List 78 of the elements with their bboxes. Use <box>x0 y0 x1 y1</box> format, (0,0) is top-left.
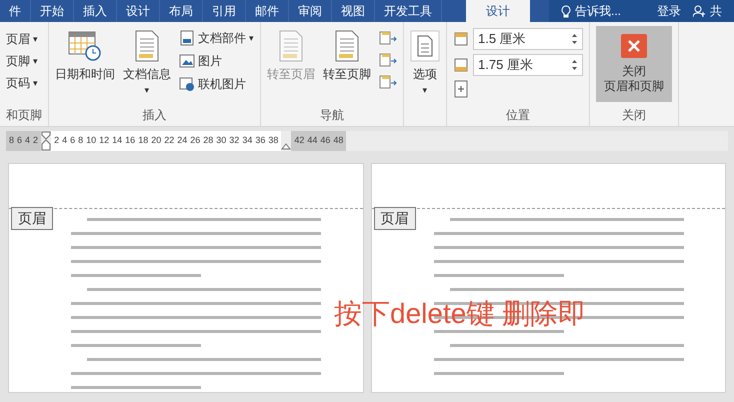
caret-icon: ▾ <box>33 78 38 88</box>
ruler-number: 16 <box>125 134 136 148</box>
caret-icon: ▾ <box>249 34 254 42</box>
calendar-clock-icon <box>68 30 102 62</box>
ruler-number: 10 <box>86 134 96 148</box>
ruler-number: 6 <box>70 134 76 148</box>
close-header-footer-button[interactable]: 关闭 页眉和页脚 <box>596 26 672 102</box>
ruler-number: 36 <box>255 134 266 148</box>
ribbon-button[interactable]: 文档信息 ▾ <box>123 26 171 95</box>
ruler-number: 38 <box>268 134 278 148</box>
previous-section-icon[interactable] <box>379 30 397 46</box>
group-label: 和页脚 <box>6 107 42 124</box>
dropdown-button[interactable]: 页脚 ▾ <box>6 52 38 70</box>
dropdown-button[interactable]: 页眉 ▾ <box>6 30 38 48</box>
tell-me-field[interactable]: 告诉我... <box>560 2 621 20</box>
caption-overlay: 按下delete键 删除即 <box>334 300 586 328</box>
ruler-number: 6 <box>17 134 22 148</box>
picture-icon <box>179 53 195 69</box>
spin-arrows-icon <box>571 32 578 46</box>
header-tag: 页眉 <box>374 207 416 230</box>
options-icon <box>410 30 440 62</box>
ruler-number: 8 <box>9 134 14 148</box>
indent-marker-icon[interactable] <box>41 131 52 151</box>
share-button[interactable]: 共 <box>693 2 722 20</box>
ruler-number: 48 <box>333 134 344 148</box>
ribbon-button[interactable]: 转至页脚 <box>323 26 371 83</box>
spinner-field[interactable]: 1.5 厘米 <box>473 28 583 50</box>
insert-tab-icon[interactable] <box>453 80 469 98</box>
ruler-number: 22 <box>164 134 174 148</box>
header-tag: 页眉 <box>11 207 53 230</box>
spinner-field[interactable]: 1.75 厘米 <box>473 54 583 76</box>
document-icon <box>134 30 160 62</box>
ribbon-tab[interactable]: 设计 <box>466 0 530 22</box>
sign-in-link[interactable]: 登录 <box>657 2 681 20</box>
document-icon <box>334 30 360 62</box>
ruler-number: 8 <box>78 134 84 148</box>
caret-icon: ▾ <box>33 56 38 66</box>
ribbon-button[interactable]: 文档部件 ▾ <box>179 29 254 47</box>
caret-icon: ▾ <box>422 86 428 95</box>
link-icon[interactable] <box>379 74 397 90</box>
ruler-number: 46 <box>320 134 330 148</box>
ribbon-button[interactable]: 联机图片 <box>179 75 254 93</box>
ruler-number: 26 <box>190 134 200 148</box>
margin-icon <box>453 31 469 47</box>
group-label: 插入 <box>142 107 168 124</box>
ruler-number: 42 <box>294 134 304 148</box>
document-parts-icon <box>179 30 195 46</box>
ruler-number: 24 <box>177 134 188 148</box>
ruler-number: 12 <box>99 134 110 148</box>
caret-icon: ▾ <box>33 34 38 44</box>
ruler-number: 20 <box>151 134 162 148</box>
spin-arrows-icon <box>571 58 578 72</box>
margin-icon <box>453 57 469 73</box>
group-label: 位置 <box>505 107 531 124</box>
document-icon <box>278 30 304 62</box>
online-picture-icon <box>179 76 195 92</box>
ribbon-button[interactable]: 选项 ▾ <box>410 26 440 95</box>
ruler-number: 4 <box>62 134 68 148</box>
group-label: 关闭 <box>621 107 647 124</box>
next-section-icon[interactable] <box>379 52 397 68</box>
ruler-number: 32 <box>229 134 240 148</box>
caret-icon: ▾ <box>144 86 150 95</box>
ruler-number: 2 <box>54 134 60 148</box>
person-add-icon <box>693 4 706 18</box>
ruler-number: 2 <box>33 134 38 148</box>
lightbulb-icon <box>560 4 571 18</box>
ruler-number: 14 <box>112 134 122 148</box>
dropdown-button[interactable]: 页码 ▾ <box>6 74 38 92</box>
ribbon-button[interactable]: 日期和时间 <box>55 26 115 83</box>
close-icon <box>621 34 647 58</box>
ruler-number: 18 <box>138 134 148 148</box>
ruler-number: 30 <box>216 134 226 148</box>
ribbon-button[interactable]: 图片 <box>179 52 254 70</box>
ruler-number: 28 <box>203 134 214 148</box>
ruler-number: 44 <box>307 134 318 148</box>
ruler-number: 4 <box>25 134 30 148</box>
ruler-number: 34 <box>242 134 252 148</box>
group-label: 导航 <box>319 107 345 124</box>
